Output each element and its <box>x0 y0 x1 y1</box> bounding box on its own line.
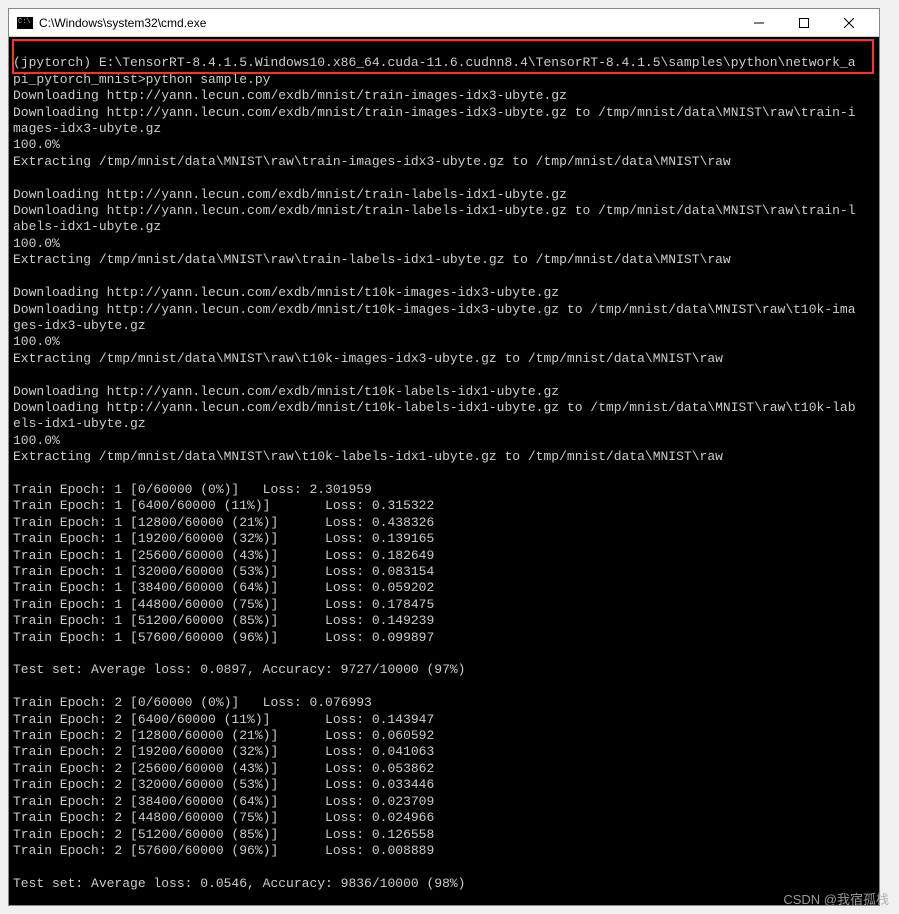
window-controls <box>736 9 871 37</box>
window-title: C:\Windows\system32\cmd.exe <box>39 16 736 30</box>
titlebar[interactable]: C:\Windows\system32\cmd.exe <box>9 9 879 37</box>
minimize-button[interactable] <box>736 9 781 37</box>
cmd-icon <box>17 17 33 29</box>
close-button[interactable] <box>826 9 871 37</box>
maximize-button[interactable] <box>781 9 826 37</box>
cmd-window: C:\Windows\system32\cmd.exe (jpytorch) E… <box>8 8 880 906</box>
console-output[interactable]: (jpytorch) E:\TensorRT-8.4.1.5.Windows10… <box>9 37 879 905</box>
watermark-text: CSDN @我宿孤栈 <box>783 889 889 908</box>
